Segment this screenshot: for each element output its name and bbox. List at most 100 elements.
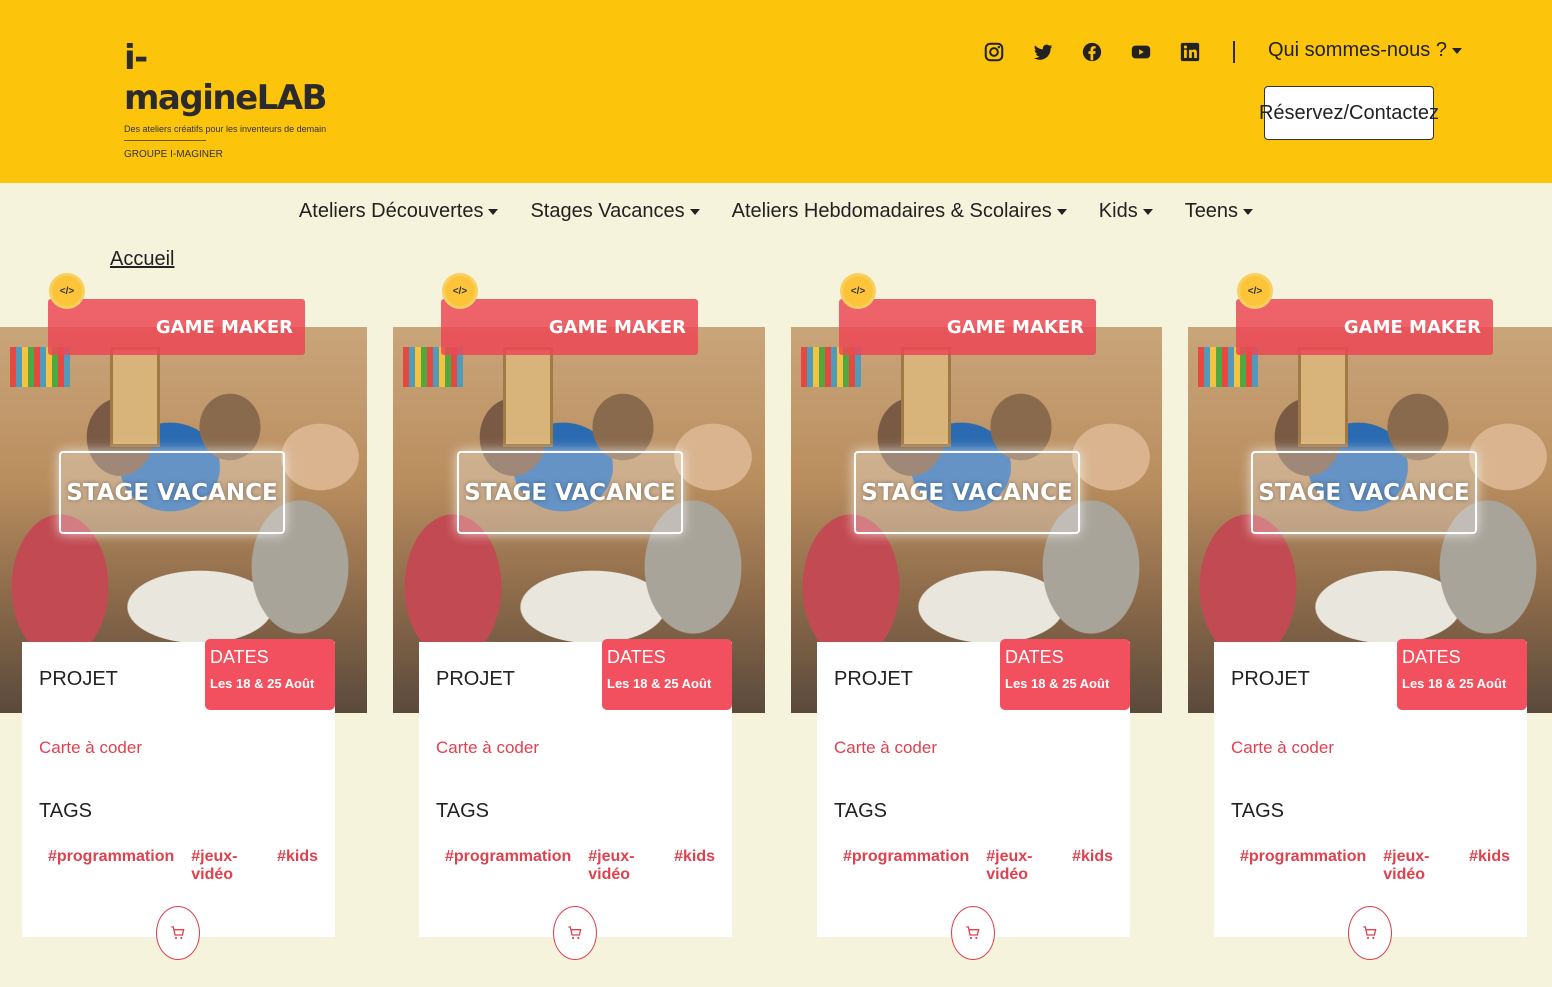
tag-link[interactable]: #jeux-vidéo [1383,848,1452,884]
dates-label: DATES [1402,647,1461,667]
youtube-icon[interactable] [1127,38,1155,66]
instagram-icon[interactable] [980,38,1008,66]
add-to-cart-button[interactable] [1348,906,1392,960]
nav-kids[interactable]: Kids [1099,200,1153,223]
code-badge-icon: </> [52,276,82,306]
logo[interactable]: i-magineLAB Des ateliers créatifs pour l… [124,38,328,160]
logo-divider [124,140,206,141]
add-to-cart-button[interactable] [951,906,995,960]
caret-down-icon [1451,47,1462,54]
cart-icon [568,926,582,940]
logo-group: GROUPE I-MAGINER [124,149,223,160]
projet-link[interactable]: Carte à coder [39,738,142,758]
card-info: PROJET DATES Les 18 & 25 Août Carte à co… [817,639,1130,960]
caret-down-icon [488,208,499,215]
caret-down-icon [689,208,700,215]
cart-icon [966,926,980,940]
nav-label: Ateliers Hebdomadaires & Scolaires [731,200,1052,222]
nav-label: Ateliers Découvertes [298,200,484,222]
category-ribbon: GAME MAKER [441,299,698,355]
projet-label: PROJET [834,668,913,690]
dates-value: Les 18 & 25 Août [1005,676,1110,691]
tag-link[interactable]: #programmation [48,848,174,884]
workshop-card[interactable]: GAME MAKER </> STAGE VACANCE PROJET DATE… [0,270,400,970]
tags-list: #programmation #jeux-vidéo #kids [445,848,732,884]
header: i-magineLAB Des ateliers créatifs pour l… [0,0,1552,183]
tag-link[interactable]: #kids [1072,848,1113,884]
projet-link[interactable]: Carte à coder [1231,738,1334,758]
nav-label: Teens [1184,200,1239,222]
card-info: PROJET DATES Les 18 & 25 Août Carte à co… [1214,639,1527,960]
dates-value: Les 18 & 25 Août [1402,676,1507,691]
stage-overlay: STAGE VACANCE [854,451,1080,534]
dates-value: Les 18 & 25 Août [607,676,712,691]
code-badge-icon: </> [843,276,873,306]
add-to-cart-button[interactable] [156,906,200,960]
tag-link[interactable]: #programmation [1240,848,1366,884]
workshop-card[interactable]: GAME MAKER </> STAGE VACANCE PROJET DATE… [1188,270,1552,970]
logo-wordmark: i-magineLAB [124,38,328,118]
twitter-icon[interactable] [1029,38,1057,66]
dates-value: Les 18 & 25 Août [210,676,315,691]
tags-list: #programmation #jeux-vidéo #kids [48,848,335,884]
projet-label: PROJET [1231,668,1310,690]
breadcrumb-home[interactable]: Accueil [110,248,174,271]
dates-label: DATES [607,647,666,667]
tag-link[interactable]: #kids [674,848,715,884]
about-label: Qui sommes-nous ? [1268,39,1447,61]
nav-teens[interactable]: Teens [1184,200,1254,223]
projet-link[interactable]: Carte à coder [834,738,937,758]
tag-link[interactable]: #jeux-vidéo [191,848,260,884]
nav-label: Kids [1098,200,1138,222]
nav-label: Stages Vacances [530,200,685,222]
caret-down-icon [1056,208,1067,215]
tag-link[interactable]: #programmation [445,848,571,884]
main-nav: Ateliers Découvertes Stages Vacances Ate… [0,200,1552,223]
projet-label: PROJET [436,668,515,690]
nav-ateliers-hebdomadaires[interactable]: Ateliers Hebdomadaires & Scolaires [732,200,1067,223]
cart-icon [171,926,185,940]
tag-link[interactable]: #programmation [843,848,969,884]
category-ribbon: GAME MAKER [1236,299,1493,355]
caret-down-icon [1243,208,1254,215]
tags-list: #programmation #jeux-vidéo #kids [843,848,1130,884]
stage-overlay: STAGE VACANCE [1251,451,1477,534]
about-dropdown[interactable]: Qui sommes-nous ? [1268,39,1462,62]
social-links [980,38,1225,66]
code-badge-icon: </> [1240,276,1270,306]
stage-overlay: STAGE VACANCE [59,451,285,534]
cart-icon [1363,926,1377,940]
linkedin-icon[interactable] [1176,38,1204,66]
dates-box: DATES Les 18 & 25 Août [1397,639,1527,710]
category-ribbon: GAME MAKER [48,299,305,355]
projet-link[interactable]: Carte à coder [436,738,539,758]
dates-box: DATES Les 18 & 25 Août [205,639,335,710]
card-info: PROJET DATES Les 18 & 25 Août Carte à co… [22,639,335,960]
facebook-icon[interactable] [1078,38,1106,66]
category-ribbon: GAME MAKER [839,299,1096,355]
nav-ateliers-decouvertes[interactable]: Ateliers Découvertes [299,200,499,223]
workshop-card[interactable]: GAME MAKER </> STAGE VACANCE PROJET DATE… [393,270,793,970]
tags-label: TAGS [1231,800,1284,822]
tag-link[interactable]: #kids [277,848,318,884]
add-to-cart-button[interactable] [553,906,597,960]
card-info: PROJET DATES Les 18 & 25 Août Carte à co… [419,639,732,960]
tags-list: #programmation #jeux-vidéo #kids [1240,848,1527,884]
projet-label: PROJET [39,668,118,690]
code-badge-icon: </> [445,276,475,306]
tags-label: TAGS [39,800,92,822]
logo-tagline: Des ateliers créatifs pour les inventeur… [124,124,327,134]
tag-link[interactable]: #kids [1469,848,1510,884]
nav-stages-vacances[interactable]: Stages Vacances [530,200,700,223]
tag-link[interactable]: #jeux-vidéo [986,848,1055,884]
tags-label: TAGS [436,800,489,822]
header-divider [1233,41,1235,63]
contact-button[interactable]: Réservez/Contactez [1259,86,1439,140]
dates-label: DATES [210,647,269,667]
dates-label: DATES [1005,647,1064,667]
stage-overlay: STAGE VACANCE [457,451,683,534]
dates-box: DATES Les 18 & 25 Août [602,639,732,710]
workshop-card[interactable]: GAME MAKER </> STAGE VACANCE PROJET DATE… [791,270,1191,970]
tags-label: TAGS [834,800,887,822]
tag-link[interactable]: #jeux-vidéo [588,848,657,884]
